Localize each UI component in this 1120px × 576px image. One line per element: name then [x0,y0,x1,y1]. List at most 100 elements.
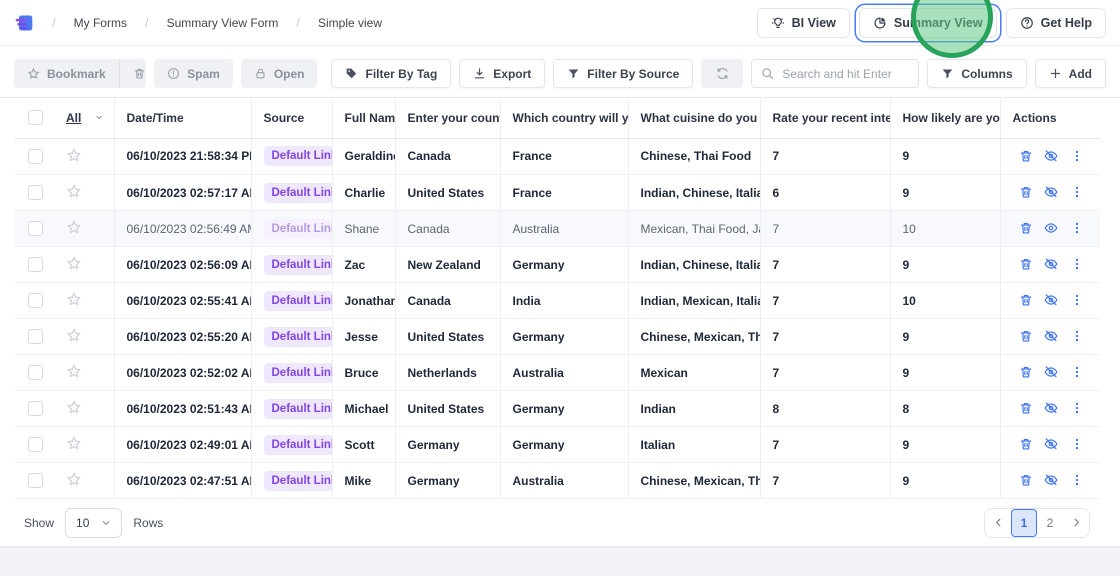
col-header-likely[interactable]: How likely are you to r... [890,98,1000,138]
source-badge[interactable]: Default Link [264,255,333,275]
cell-country[interactable]: Germany [395,427,500,463]
source-badge[interactable]: Default Link [264,146,333,166]
cell-country[interactable]: Germany [395,463,500,499]
cell-full-name[interactable]: Michael [332,391,395,427]
refresh-button[interactable] [701,59,743,88]
select-all-checkbox[interactable] [28,110,43,125]
page-button-2[interactable]: 2 [1037,509,1063,537]
cell-which-country[interactable]: Australia [500,211,628,247]
star-icon[interactable] [66,363,82,379]
eye-off-icon[interactable] [1044,185,1058,199]
row-checkbox[interactable] [28,329,43,344]
row-checkbox[interactable] [28,185,43,200]
cell-full-name[interactable]: Jonathan [332,283,395,319]
cell-rate[interactable]: 7 [760,427,890,463]
breadcrumb-view-name[interactable]: Simple view [318,16,382,30]
eye-off-icon[interactable] [1044,329,1058,343]
trash-icon[interactable] [1019,293,1033,307]
trash-icon[interactable] [1019,473,1033,487]
cell-rate[interactable]: 7 [760,319,890,355]
table-row[interactable]: 06/10/2023 02:51:43 AMDefault LinkMichae… [14,391,1100,427]
kebab-menu-icon[interactable] [1070,149,1084,163]
cell-which-country[interactable]: Germany [500,391,628,427]
cell-which-country[interactable]: Germany [500,247,628,283]
delete-button[interactable]: Delete [120,59,146,88]
cell-rate[interactable]: 7 [760,463,890,499]
star-icon[interactable] [66,399,82,415]
cell-full-name[interactable]: Shane [332,211,395,247]
table-row[interactable]: 06/10/2023 02:55:41 AM Default LinkJonath… [14,283,1100,319]
cell-cuisine[interactable]: Chinese, Mexican, Tha... [628,463,760,499]
star-icon[interactable] [66,147,82,163]
trash-icon[interactable] [1019,329,1033,343]
source-badge[interactable]: Default Link [264,435,333,455]
source-badge[interactable]: Default Link [264,363,333,383]
cell-datetime[interactable]: 06/10/2023 02:52:02 AM [114,355,251,391]
trash-icon[interactable] [1019,257,1033,271]
cell-datetime[interactable]: 06/10/2023 02:56:49 AM [114,211,251,247]
star-icon[interactable] [66,327,82,343]
filter-by-tag-button[interactable]: Filter By Tag [331,59,451,88]
export-button[interactable]: Export [459,59,545,88]
kebab-menu-icon[interactable] [1070,185,1084,199]
col-header-full-name[interactable]: Full Name [332,98,395,138]
cell-likely[interactable]: 9 [890,463,1000,499]
table-row[interactable]: 06/10/2023 02:56:09 AMDefault LinkZacNew… [14,247,1100,283]
cell-full-name[interactable]: Zac [332,247,395,283]
eye-off-icon[interactable] [1044,437,1058,451]
chevron-down-icon[interactable] [95,112,103,123]
trash-icon[interactable] [1019,221,1033,235]
select-all-label[interactable]: All [66,111,81,125]
kebab-menu-icon[interactable] [1070,473,1084,487]
cell-rate[interactable]: 7 [760,211,890,247]
breadcrumb-form-name[interactable]: Summary View Form [167,16,279,30]
cell-country[interactable]: United States [395,391,500,427]
cell-cuisine[interactable]: Mexican, Thai Food, Ja... [628,211,760,247]
table-row[interactable]: 06/10/2023 02:47:51 AMDefault LinkMikeGe… [14,463,1100,499]
source-badge[interactable]: Default Link [264,291,333,311]
cell-which-country[interactable]: Germany [500,427,628,463]
table-row[interactable]: 06/10/2023 02:57:17 AMDefault LinkCharli… [14,175,1100,211]
cell-cuisine[interactable]: Indian, Chinese, Italian [628,175,760,211]
cell-datetime[interactable]: 06/10/2023 02:57:17 AM [114,175,251,211]
cell-datetime[interactable]: 06/10/2023 02:55:41 AM [114,283,251,319]
star-icon[interactable] [66,435,82,451]
cell-rate[interactable]: 8 [760,391,890,427]
breadcrumb-my-forms[interactable]: My Forms [74,16,127,30]
kebab-menu-icon[interactable] [1070,365,1084,379]
row-checkbox[interactable] [28,149,43,164]
source-badge[interactable]: Default Link [264,471,333,491]
star-icon[interactable] [66,219,82,235]
app-logo-icon[interactable] [14,13,34,33]
row-checkbox[interactable] [28,257,43,272]
cell-full-name[interactable]: Charlie [332,175,395,211]
eye-off-icon[interactable] [1044,293,1058,307]
cell-country[interactable]: Netherlands [395,355,500,391]
source-badge[interactable]: Default Link [264,399,333,419]
col-header-source[interactable]: Source [251,98,332,138]
cell-datetime[interactable]: 06/10/2023 02:47:51 AM [114,463,251,499]
cell-cuisine[interactable]: Italian [628,427,760,463]
cell-rate[interactable]: 7 [760,138,890,175]
kebab-menu-icon[interactable] [1070,401,1084,415]
filter-by-source-button[interactable]: Filter By Source [553,59,693,88]
source-badge[interactable]: Default Link [264,327,333,347]
cell-which-country[interactable]: India [500,283,628,319]
cell-which-country[interactable]: France [500,175,628,211]
row-checkbox[interactable] [28,365,43,380]
cell-likely[interactable]: 9 [890,355,1000,391]
kebab-menu-icon[interactable] [1070,437,1084,451]
kebab-menu-icon[interactable] [1070,329,1084,343]
trash-icon[interactable] [1019,185,1033,199]
cell-datetime[interactable]: 06/10/2023 02:49:01 AM [114,427,251,463]
col-header-which-country[interactable]: Which country will you... [500,98,628,138]
prev-page-button[interactable] [985,509,1011,537]
cell-country[interactable]: Canada [395,283,500,319]
cell-likely[interactable]: 10 [890,211,1000,247]
spam-button[interactable]: Spam [154,59,233,88]
trash-icon[interactable] [1019,401,1033,415]
cell-rate[interactable]: 7 [760,355,890,391]
add-button[interactable]: Add [1035,59,1106,88]
cell-likely[interactable]: 9 [890,175,1000,211]
columns-button[interactable]: Columns [927,59,1026,88]
